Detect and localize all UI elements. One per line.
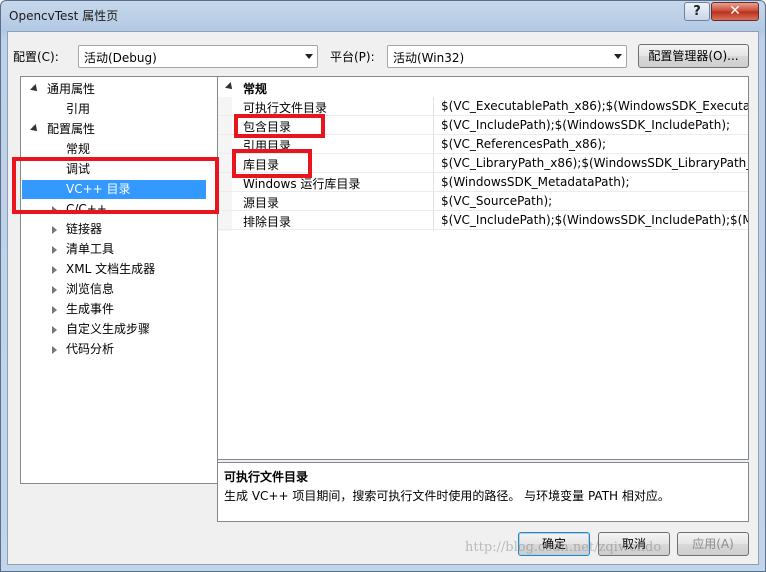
property-tree: 通用属性 引用 配置属性 常规 调试 VC++ 目录 C/C++ 链接器 清单工… — [20, 76, 218, 484]
collapsed-arrow-icon — [52, 346, 57, 354]
tree-item-label: XML 文档生成器 — [66, 262, 156, 276]
tree-item-label: 清单工具 — [66, 242, 115, 256]
grid-row-value: $(VC_IncludePath);$(WindowsSDK_IncludePa… — [441, 118, 731, 132]
grid-row-value: $(VC_IncludePath);$(WindowsSDK_IncludePa… — [441, 213, 749, 227]
tree-item-references[interactable]: 引用 — [21, 100, 217, 119]
expanded-arrow-icon — [225, 82, 235, 92]
tree-item-label: 引用 — [66, 102, 91, 116]
grid-row-name: 排除目录 — [243, 215, 292, 229]
grid-row-value: $(VC_ReferencesPath_x86); — [441, 137, 607, 151]
tree-item-label: 链接器 — [66, 222, 103, 236]
annotation-box-library-directories — [232, 149, 312, 178]
watermark-text: http://blog.csdn.net/zqiwendo — [465, 540, 662, 555]
tree-item-browse-information[interactable]: 浏览信息 — [21, 280, 217, 299]
grid-row-value: $(WindowsSDK_MetadataPath); — [441, 175, 630, 189]
description-text: 生成 VC++ 项目期间，搜索可执行文件时使用的路径。 与环境变量 PATH 相… — [224, 489, 670, 503]
grid-category-label: 常规 — [243, 82, 268, 96]
grid-row-exclude-directories[interactable]: 排除目录 $(VC_IncludePath);$(WindowsSDK_Incl… — [218, 211, 748, 230]
tree-item-label: 自定义生成步骤 — [66, 322, 151, 336]
title-bar: OpencvTest 属性页 ? ✕ — [1, 1, 765, 29]
config-label: 配置(C): — [13, 50, 59, 64]
tree-item-label: 代码分析 — [66, 342, 115, 356]
dialog-client: 配置(C): 活动(Debug) 平台(P): 活动(Win32) 配置管理器(… — [7, 31, 759, 565]
description-title: 可执行文件目录 — [224, 470, 309, 484]
collapsed-arrow-icon — [52, 226, 57, 234]
description-panel: 可执行文件目录 生成 VC++ 项目期间，搜索可执行文件时使用的路径。 与环境变… — [217, 462, 749, 522]
chevron-down-icon — [614, 54, 622, 59]
configuration-manager-button[interactable]: 配置管理器(O)... — [638, 44, 749, 68]
config-select[interactable]: 活动(Debug) — [78, 45, 318, 68]
help-button[interactable]: ? — [684, 2, 710, 21]
grid-row-value: $(VC_SourcePath); — [441, 194, 553, 208]
tree-item-label: 通用属性 — [47, 82, 96, 96]
collapsed-arrow-icon — [52, 246, 57, 254]
tree-item-label: 生成事件 — [66, 302, 115, 316]
tree-item-manifest-tool[interactable]: 清单工具 — [21, 240, 217, 259]
platform-select[interactable]: 活动(Win32) — [387, 45, 627, 68]
apply-button[interactable]: 应用(A) — [677, 532, 749, 556]
close-button[interactable]: ✕ — [711, 2, 759, 21]
collapsed-arrow-icon — [52, 286, 57, 294]
collapsed-arrow-icon — [52, 326, 57, 334]
grid-row-value: $(VC_LibraryPath_x86);$(WindowsSDK_Libra… — [441, 156, 749, 170]
tree-item-custom-build-step[interactable]: 自定义生成步骤 — [21, 320, 217, 339]
chevron-down-icon — [305, 54, 313, 59]
tree-item-linker[interactable]: 链接器 — [21, 220, 217, 239]
grid-row-source-directories[interactable]: 源目录 $(VC_SourcePath); — [218, 192, 748, 211]
dialog-window: OpencvTest 属性页 ? ✕ 配置(C): 活动(Debug) 平台(P… — [0, 0, 766, 572]
annotation-box-include-directories — [234, 114, 325, 138]
tree-item-label: 配置属性 — [47, 122, 96, 136]
tree-item-common-properties[interactable]: 通用属性 — [21, 80, 217, 99]
tree-item-label: 浏览信息 — [66, 282, 115, 296]
platform-select-value: 活动(Win32) — [393, 51, 465, 65]
grid-row-name: 源目录 — [243, 196, 280, 210]
tree-item-configuration-properties[interactable]: 配置属性 — [21, 120, 217, 139]
grid-row-value: $(VC_ExecutablePath_x86);$(WindowsSDK_Ex… — [441, 99, 749, 113]
expanded-arrow-icon — [30, 84, 40, 94]
tree-item-build-events[interactable]: 生成事件 — [21, 300, 217, 319]
tree-item-xml-doc-generator[interactable]: XML 文档生成器 — [21, 260, 217, 279]
expanded-arrow-icon — [30, 124, 40, 134]
grid-category-general[interactable]: 常规 — [218, 77, 748, 97]
collapsed-arrow-icon — [52, 306, 57, 314]
collapsed-arrow-icon — [52, 266, 57, 274]
annotation-box-vc-directories — [12, 157, 219, 214]
tree-item-code-analysis[interactable]: 代码分析 — [21, 340, 217, 359]
config-select-value: 活动(Debug) — [84, 51, 157, 65]
window-title: OpencvTest 属性页 — [9, 9, 119, 23]
platform-label: 平台(P): — [330, 50, 375, 64]
